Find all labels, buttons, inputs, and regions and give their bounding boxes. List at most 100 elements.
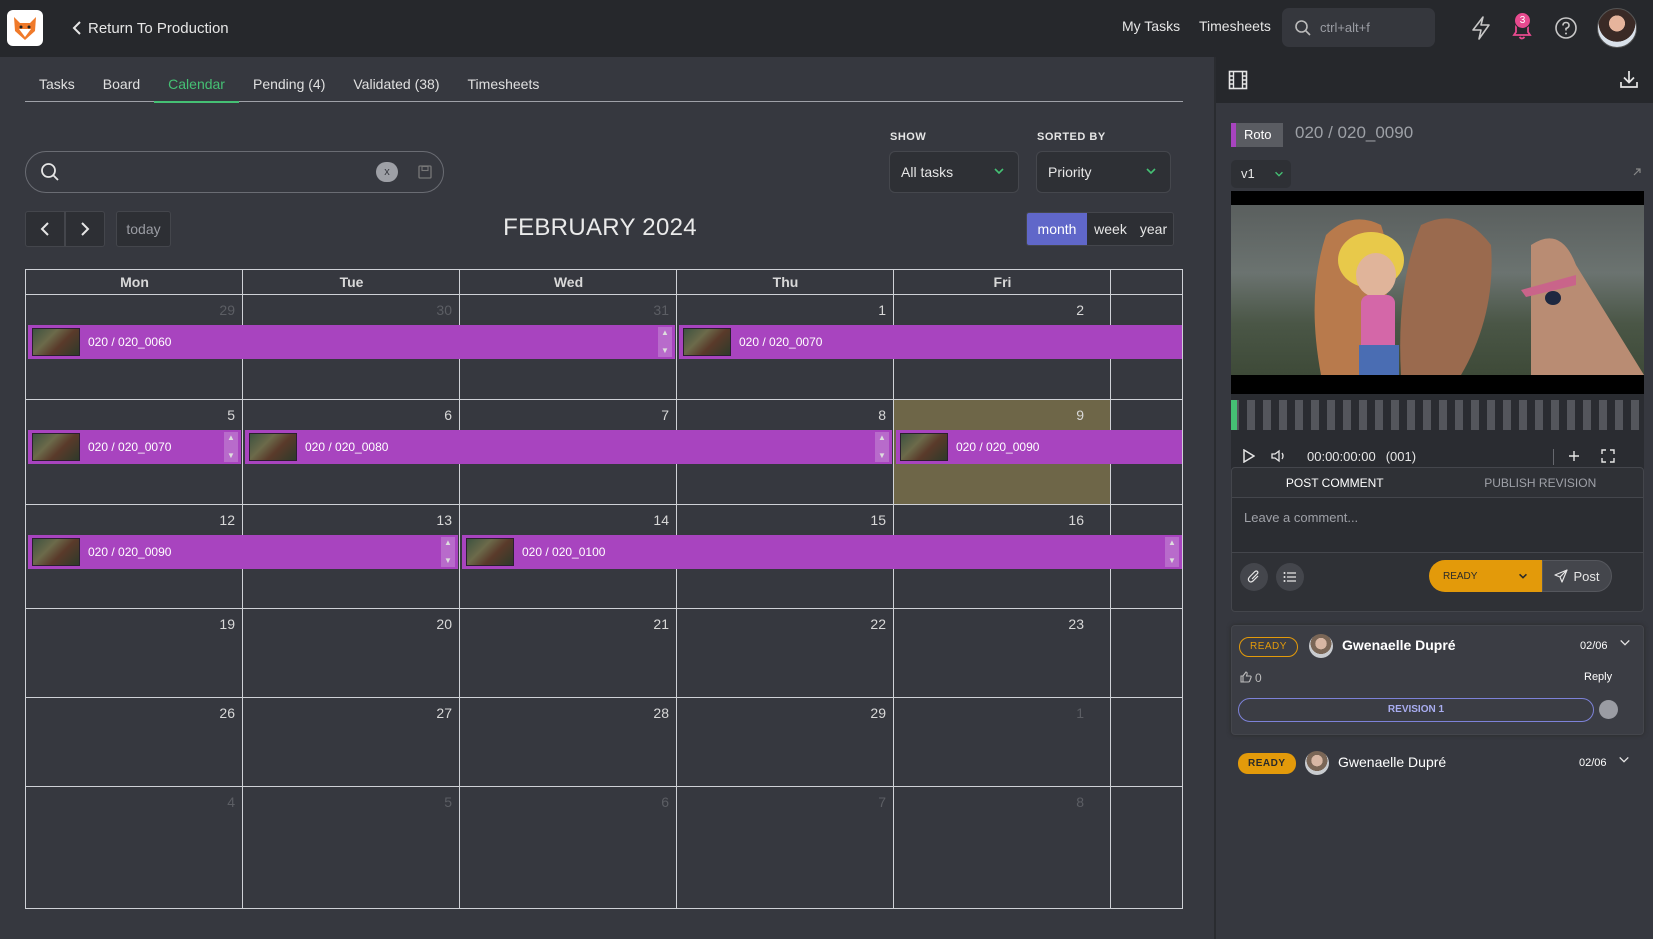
day-number[interactable]: 7 <box>856 794 886 810</box>
video-preview[interactable] <box>1231 191 1644 394</box>
calendar-event[interactable]: 020 / 020_0080 ▲ ▼ <box>245 430 892 464</box>
day-number[interactable]: 13 <box>422 512 452 528</box>
task-search-input[interactable]: x <box>25 151 444 193</box>
tab-post-comment[interactable]: POST COMMENT <box>1232 468 1438 497</box>
grid-row-line <box>26 697 1182 698</box>
day-number[interactable]: 7 <box>639 407 669 423</box>
clear-search-button[interactable]: x <box>376 162 398 182</box>
calendar-title: FEBRUARY 2024 <box>503 214 697 241</box>
today-button[interactable]: today <box>116 211 171 247</box>
day-number[interactable]: 14 <box>639 512 669 528</box>
plus-icon[interactable] <box>1568 450 1580 462</box>
expand-icon[interactable] <box>1632 167 1642 177</box>
day-number[interactable]: 4 <box>205 794 235 810</box>
calendar-event[interactable]: 020 / 020_0090 ▲ ▼ <box>28 535 458 569</box>
day-number[interactable]: 30 <box>422 302 452 318</box>
task-type-tag: Roto <box>1231 123 1284 147</box>
play-icon[interactable] <box>1243 449 1255 463</box>
day-number[interactable]: 20 <box>422 616 452 632</box>
day-number[interactable]: 1 <box>1054 705 1084 721</box>
day-number[interactable]: 23 <box>1054 616 1084 632</box>
volume-icon[interactable] <box>1271 449 1287 463</box>
tab-timesheets[interactable]: Timesheets <box>454 74 554 102</box>
view-year-button[interactable]: year <box>1134 213 1173 245</box>
thumbs-up-icon[interactable] <box>1240 671 1252 683</box>
view-week-button[interactable]: week <box>1087 213 1134 245</box>
chevron-down-icon[interactable] <box>1618 637 1632 649</box>
save-search-icon[interactable] <box>418 165 432 179</box>
day-number[interactable]: 29 <box>856 705 886 721</box>
global-search[interactable]: ctrl+alt+f <box>1282 8 1435 47</box>
user-avatar[interactable] <box>1597 8 1637 48</box>
calendar-event[interactable]: 020 / 020_0100 ▲ ▼ <box>462 535 1182 569</box>
next-month-button[interactable] <box>65 211 105 247</box>
fullscreen-icon[interactable] <box>1601 449 1615 463</box>
event-scroller[interactable]: ▲ ▼ <box>658 327 672 357</box>
day-number[interactable]: 27 <box>422 705 452 721</box>
day-number[interactable]: 29 <box>205 302 235 318</box>
day-number[interactable]: 15 <box>856 512 886 528</box>
day-number[interactable]: 2 <box>1054 302 1084 318</box>
return-to-production-link[interactable]: Return To Production <box>72 17 229 39</box>
day-number[interactable]: 6 <box>639 794 669 810</box>
day-number[interactable]: 5 <box>422 794 452 810</box>
version-select[interactable]: v1 <box>1231 160 1291 188</box>
dayname-2: Wed <box>553 274 584 290</box>
kitsu-logo[interactable] <box>7 10 43 46</box>
filmstrip[interactable] <box>1231 400 1644 430</box>
calendar-event[interactable]: 020 / 020_0060 ▲ ▼ <box>28 325 675 359</box>
help-icon[interactable] <box>1552 14 1580 42</box>
day-number[interactable]: 6 <box>422 407 452 423</box>
download-icon[interactable] <box>1619 69 1639 89</box>
shot-name: 020 / 020_0090 <box>1295 123 1414 142</box>
tab-pending[interactable]: Pending (4) <box>239 74 339 102</box>
sorted-by-select[interactable]: Priority <box>1036 151 1171 193</box>
comment-date: 02/06 <box>1580 640 1608 652</box>
chevron-down-icon <box>1146 168 1156 175</box>
calendar-event[interactable]: 020 / 020_0070 <box>679 325 1182 359</box>
status-dropdown[interactable]: READY <box>1429 560 1542 592</box>
day-number[interactable]: 12 <box>205 512 235 528</box>
day-number[interactable]: 9 <box>1054 407 1084 423</box>
day-number[interactable]: 16 <box>1054 512 1084 528</box>
playhead[interactable] <box>1231 400 1237 430</box>
day-number[interactable]: 5 <box>205 407 235 423</box>
reply-link[interactable]: Reply <box>1584 671 1612 683</box>
day-number[interactable]: 31 <box>639 302 669 318</box>
my-tasks-link[interactable]: My Tasks <box>1122 18 1180 34</box>
chevron-down-icon[interactable] <box>1617 754 1631 766</box>
timesheets-link[interactable]: Timesheets <box>1199 18 1271 34</box>
revision-toggle[interactable] <box>1599 700 1618 719</box>
comment-textarea[interactable]: Leave a comment... <box>1232 498 1643 553</box>
day-number[interactable]: 8 <box>856 407 886 423</box>
post-button[interactable]: Post <box>1542 560 1612 592</box>
lightning-icon[interactable] <box>1467 14 1495 42</box>
day-number[interactable]: 1 <box>856 302 886 318</box>
event-scroller[interactable]: ▲ ▼ <box>441 537 455 567</box>
attach-button[interactable] <box>1240 563 1268 591</box>
tab-publish-revision[interactable]: PUBLISH REVISION <box>1438 468 1644 497</box>
calendar-event[interactable]: 020 / 020_0090 <box>896 430 1182 464</box>
film-icon[interactable] <box>1228 70 1248 90</box>
revision-link[interactable]: REVISION 1 <box>1238 698 1594 722</box>
day-number[interactable]: 8 <box>1054 794 1084 810</box>
tab-calendar[interactable]: Calendar <box>154 74 239 103</box>
prev-month-button[interactable] <box>25 211 65 247</box>
checklist-button[interactable] <box>1276 563 1304 591</box>
show-select[interactable]: All tasks <box>889 151 1019 193</box>
tab-tasks[interactable]: Tasks <box>25 74 89 102</box>
grid-column-line <box>1110 270 1111 908</box>
version-value: v1 <box>1241 166 1255 181</box>
tab-validated[interactable]: Validated (38) <box>339 74 453 102</box>
tab-board[interactable]: Board <box>89 74 154 102</box>
day-number[interactable]: 26 <box>205 705 235 721</box>
day-number[interactable]: 21 <box>639 616 669 632</box>
calendar-event[interactable]: 020 / 020_0070 ▲ ▼ <box>28 430 241 464</box>
view-month-button[interactable]: month <box>1027 213 1087 245</box>
day-number[interactable]: 19 <box>205 616 235 632</box>
event-scroller[interactable]: ▲ ▼ <box>224 432 238 462</box>
day-number[interactable]: 22 <box>856 616 886 632</box>
event-scroller[interactable]: ▲ ▼ <box>1165 537 1179 567</box>
event-scroller[interactable]: ▲ ▼ <box>875 432 889 462</box>
day-number[interactable]: 28 <box>639 705 669 721</box>
